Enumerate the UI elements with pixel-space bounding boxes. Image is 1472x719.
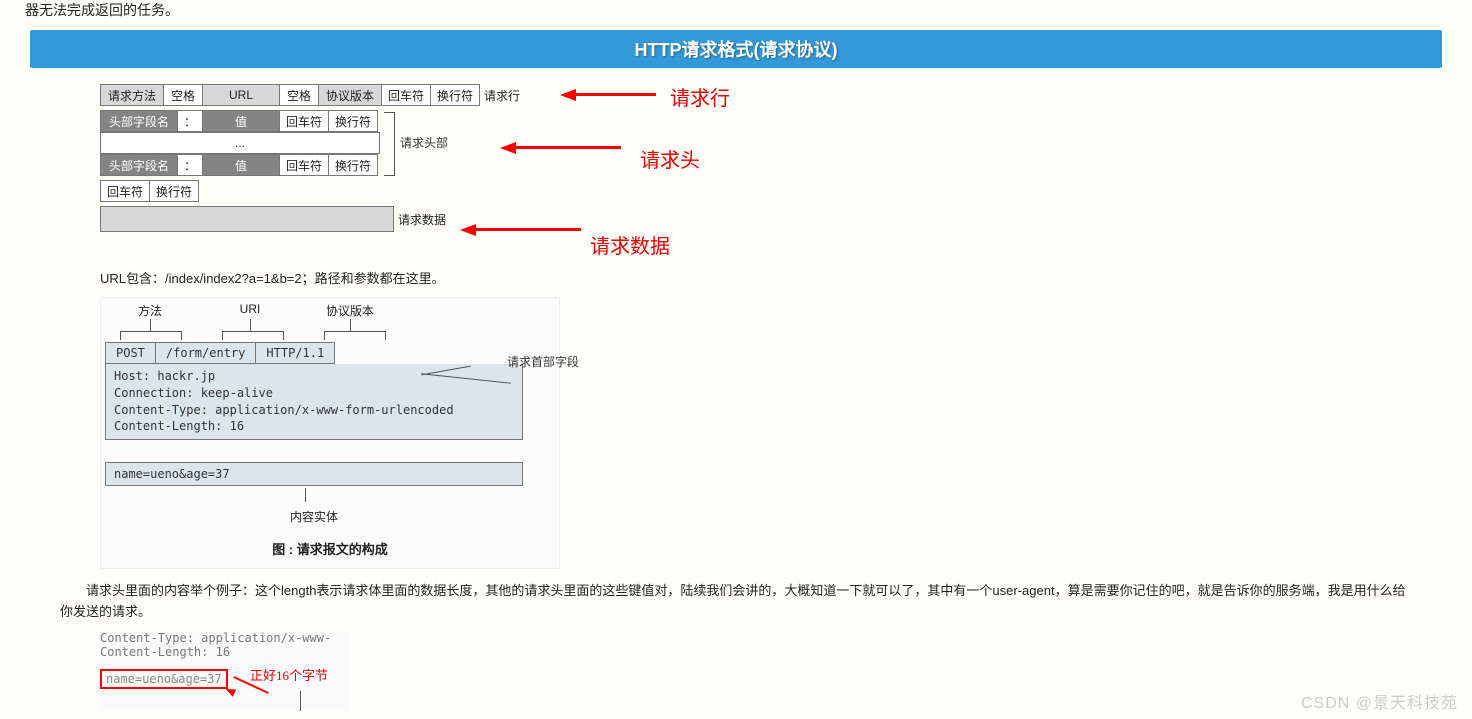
header-line: Content-Type: application/x-www-form-url… bbox=[114, 402, 514, 419]
cell-header-name: 头部字段名 bbox=[100, 110, 178, 132]
label-header-fields: 请求首部字段 bbox=[507, 353, 579, 370]
cell-protocol: 协议版本 bbox=[318, 84, 382, 106]
http-request-structure-diagram: 请求方法 空格 URL 空格 协议版本 回车符 换行符 请求行 头部字段名 ： … bbox=[100, 84, 860, 254]
header-line: Content-Length: 16 bbox=[114, 418, 514, 435]
highlighted-body: name=ueno&age=37 bbox=[100, 669, 228, 689]
cell-lf: 换行符 bbox=[328, 110, 378, 132]
cell-header-name: 头部字段名 bbox=[100, 154, 178, 176]
watermark: CSDN @景天科技苑 bbox=[1301, 689, 1458, 713]
req-proto: HTTP/1.1 bbox=[255, 342, 335, 364]
connector-line-icon bbox=[300, 691, 301, 711]
content-length-example-figure: Content-Type: application/x-www- Content… bbox=[100, 631, 350, 711]
label-protocol: 协议版本 bbox=[320, 302, 380, 319]
cell-header-value: 值 bbox=[202, 110, 280, 132]
cell-cr: 回车符 bbox=[100, 180, 150, 202]
header-example-paragraph: 请求头里面的内容举个例子：这个length表示请求体里面的数据长度，其他的请求头… bbox=[60, 581, 1412, 623]
url-explanation-paragraph: URL包含：/index/index2?a=1&b=2；路径和参数都在这里。 bbox=[100, 268, 1442, 287]
label-uri: URI bbox=[220, 302, 280, 319]
req-method: POST bbox=[105, 342, 156, 364]
header-line: Connection: keep-alive bbox=[114, 385, 514, 402]
red-label-request-header: 请求头 bbox=[640, 144, 700, 173]
request-message-composition-figure: 方法 URI 协议版本 POST /form/entry HTTP/1.1 Ho… bbox=[100, 297, 560, 569]
cell-lf: 换行符 bbox=[430, 84, 480, 106]
cell-cr: 回车符 bbox=[381, 84, 431, 106]
label-entity-body: 内容实体 bbox=[105, 508, 523, 525]
arrow-head-icon bbox=[224, 685, 236, 696]
label-method: 方法 bbox=[120, 302, 180, 319]
cell-header-value: 值 bbox=[202, 154, 280, 176]
cell-lf: 换行符 bbox=[149, 180, 199, 202]
cell-cr: 回车符 bbox=[279, 154, 329, 176]
cell-lf: 换行符 bbox=[328, 154, 378, 176]
cell-space: 空格 bbox=[279, 84, 319, 106]
cell-space: 空格 bbox=[163, 84, 203, 106]
cell-cr: 回车符 bbox=[279, 110, 329, 132]
red-annotation: 正好16个字节 bbox=[250, 665, 328, 684]
cell-colon: ： bbox=[177, 110, 203, 132]
label-request-line: 请求行 bbox=[484, 84, 544, 106]
cell-ellipsis: ... bbox=[100, 132, 380, 154]
connector-line-icon bbox=[305, 488, 306, 502]
cell-request-data bbox=[100, 206, 394, 232]
truncated-prev-paragraph: 器无法完成返回的任务。 bbox=[0, 0, 1472, 24]
cell-method: 请求方法 bbox=[100, 84, 164, 106]
red-label-request-data: 请求数据 bbox=[590, 230, 670, 259]
cell-colon: ： bbox=[177, 154, 203, 176]
code-line: Content-Type: application/x-www- bbox=[100, 631, 350, 645]
req-headers-block: Host: hackr.jp Connection: keep-alive Co… bbox=[105, 364, 523, 440]
code-line: Content-Length: 16 bbox=[100, 645, 350, 659]
red-label-request-line: 请求行 bbox=[670, 82, 730, 111]
label-request-data: 请求数据 bbox=[398, 206, 458, 232]
req-body-block: name=ueno&age=37 bbox=[105, 462, 523, 486]
label-request-headers: 请求头部 bbox=[400, 134, 448, 151]
figure-caption: 图 : 请求报文的构成 bbox=[105, 539, 555, 558]
brace-icon bbox=[384, 112, 395, 176]
cell-url: URL bbox=[202, 84, 280, 106]
section-banner: HTTP请求格式(请求协议) bbox=[30, 30, 1442, 68]
req-uri: /form/entry bbox=[155, 342, 256, 364]
